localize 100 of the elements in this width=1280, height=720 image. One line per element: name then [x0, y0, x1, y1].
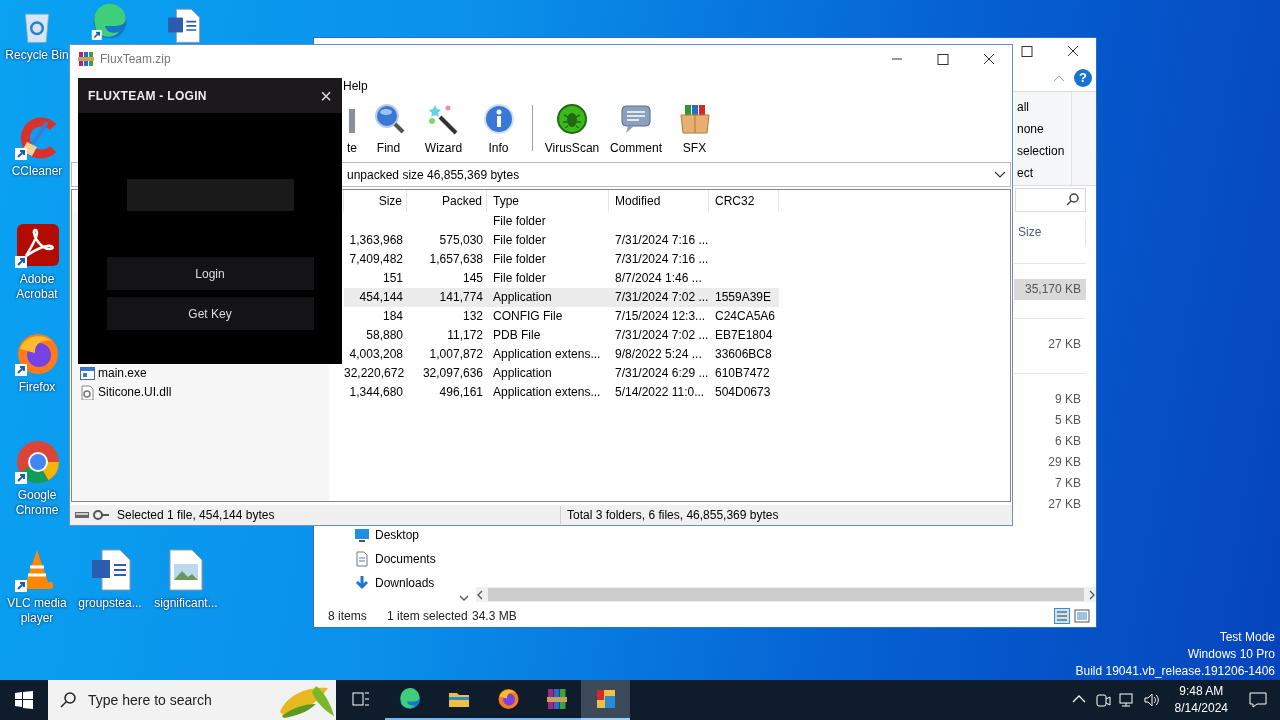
- table-cell-text: EB7E1804: [714, 327, 774, 344]
- file-row[interactable]: 4,003,208 1,007,872 Application extens... 9/8/2022 5:24 ... 33606BC8: [344, 345, 779, 364]
- chrome-icon[interactable]: [13, 438, 61, 484]
- file-row[interactable]: 58,880 11,172 PDB File 7/31/2024 7:02 ... EB7E1804: [344, 326, 779, 345]
- nav-item[interactable]: Documents: [354, 549, 456, 569]
- table-cell-text: 32,097,636: [421, 365, 484, 382]
- table-cell-text: 5/14/2022 11:0...: [614, 384, 706, 401]
- file-name: main.exe: [98, 365, 147, 382]
- status-text: Selected 1 file, 454,144 bytes: [117, 507, 275, 524]
- table-cell-text: 8/7/2024 1:46 ...: [614, 270, 703, 287]
- toolbar-button[interactable]: Comment: [605, 103, 667, 157]
- column-header[interactable]: Size: [344, 190, 407, 212]
- column-header[interactable]: Type: [487, 190, 609, 212]
- column-header[interactable]: CRC32: [709, 190, 779, 212]
- speech-bubble-icon: [620, 103, 652, 135]
- toolbar-button[interactable]: SFX: [667, 103, 722, 157]
- size-cell[interactable]: 27 KB: [1014, 334, 1086, 355]
- table-cell-text: 7/31/2024 7:16 ...: [614, 251, 709, 268]
- get-key-button[interactable]: Get Key: [106, 297, 314, 330]
- table-cell-text: File folder: [492, 213, 547, 230]
- size-cell[interactable]: 7 KB: [1014, 473, 1086, 494]
- pdf-app-icon[interactable]: [13, 222, 61, 268]
- toolbar-button[interactable]: Find: [361, 103, 416, 157]
- table-cell-text: 4,003,208: [348, 346, 404, 363]
- table-cell-text: 454,144: [358, 289, 404, 306]
- search-field[interactable]: Type here to search: [86, 688, 266, 712]
- windows-logo-icon[interactable]: [15, 691, 33, 709]
- table-cell-text: 7/15/2024 12:3...: [614, 308, 707, 325]
- menu-item[interactable]: Help: [343, 76, 368, 95]
- toolbar-button[interactable]: VirusScan: [539, 103, 605, 157]
- column-header[interactable]: Modified: [609, 190, 709, 212]
- toolbar-button[interactable]: Info: [471, 103, 526, 157]
- table-cell-text: 1559A39E: [714, 289, 773, 306]
- document-icon: [354, 551, 370, 567]
- window-file-icon: [80, 366, 95, 381]
- thumbnail-view-icon[interactable]: [1074, 608, 1090, 624]
- size-cell[interactable]: 5 KB: [1014, 410, 1086, 431]
- package-box-icon: [678, 103, 711, 135]
- network-icon[interactable]: [1118, 692, 1135, 708]
- table-cell-text: Application: [492, 289, 553, 306]
- taskbar-button[interactable]: [581, 680, 630, 720]
- search-field[interactable]: [1015, 187, 1086, 212]
- size-cell[interactable]: 29 KB: [1014, 452, 1086, 473]
- table-cell-text: File folder: [492, 270, 547, 287]
- details-view-icon[interactable]: [1054, 608, 1070, 624]
- file-row[interactable]: 1,344,680 496,161 Application extens... 5/14/2022 11:0... 504D0673: [344, 383, 779, 402]
- search-icon: [1066, 193, 1079, 206]
- file-row[interactable]: 151 145 File folder 8/7/2024 1:46 ...: [344, 269, 779, 288]
- file-row[interactable]: 184 132 CONFIG File 7/15/2024 12:3... C24CA5A6: [344, 307, 779, 326]
- task-view-icon[interactable]: [351, 690, 370, 708]
- maximize-icon[interactable]: [1020, 44, 1034, 58]
- table-cell-text: 145: [461, 270, 484, 287]
- table-cell-text: 7/31/2024 6:29 ...: [614, 365, 709, 382]
- archive-books-icon: [78, 51, 94, 67]
- camera-icon[interactable]: [1094, 692, 1111, 708]
- magic-wand-icon: [427, 103, 460, 135]
- magnifier-icon: [372, 103, 405, 135]
- toolbar-button[interactable]: te: [343, 103, 361, 157]
- size-cell[interactable]: 6 KB: [1014, 431, 1086, 452]
- size-cell[interactable]: 35,170 KB: [1014, 279, 1086, 300]
- table-cell-text: 184: [381, 308, 404, 325]
- ribbon-command[interactable]: none: [1017, 118, 1071, 140]
- size-cell[interactable]: 9 KB: [1014, 389, 1086, 410]
- close-icon[interactable]: [982, 52, 996, 66]
- login-button[interactable]: Login: [106, 257, 314, 290]
- file-row[interactable]: 454,144 141,774 Application 7/31/2024 7:02 ... 1559A39E: [344, 288, 779, 307]
- table-cell-text: 11,172: [446, 327, 484, 344]
- ribbon-command[interactable]: selection: [1017, 140, 1071, 162]
- table-cell-text: CONFIG File: [492, 308, 564, 325]
- file-row[interactable]: 1,363,968 575,030 File folder 7/31/2024 7:16 ...: [344, 231, 779, 250]
- table-cell-text: 1,344,680: [348, 384, 404, 401]
- table-cell-text: 610B7472: [714, 365, 771, 382]
- scroll-down-icon[interactable]: [458, 594, 469, 602]
- column-header[interactable]: Packed: [407, 190, 487, 212]
- column-header[interactable]: Size: [1014, 219, 1086, 246]
- table-cell-text: 504D0673: [714, 384, 772, 401]
- close-button[interactable]: ×: [320, 85, 332, 106]
- status-text: 34.3 MB: [472, 608, 517, 625]
- nav-item[interactable]: Downloads: [354, 573, 456, 593]
- notification-icon[interactable]: [1249, 691, 1267, 709]
- table-cell-text: Application extens...: [492, 346, 602, 363]
- status-text: Total 3 folders, 6 files, 46,855,369 bytes: [560, 506, 1012, 524]
- speaker-icon[interactable]: [1142, 692, 1159, 708]
- search-box[interactable]: Type here to search: [48, 680, 336, 720]
- nav-item[interactable]: Desktop: [354, 525, 456, 545]
- ribbon-command[interactable]: all: [1017, 96, 1071, 118]
- maximize-icon[interactable]: [936, 52, 950, 66]
- status-text: 1 item selected: [387, 608, 469, 625]
- table-cell-text: 9/8/2022 5:24 ...: [614, 346, 703, 363]
- ribbon-command[interactable]: ect: [1017, 162, 1071, 184]
- size-cell[interactable]: 27 KB: [1014, 494, 1086, 515]
- file-row[interactable]: 7,409,482 1,657,638 File folder 7/31/2024 7:16 ...: [344, 250, 779, 269]
- help-button[interactable]: ?: [1074, 68, 1092, 87]
- clock[interactable]: 9:48 AM 8/14/2024: [1162, 683, 1236, 717]
- toolbar-button[interactable]: Wizard: [416, 103, 471, 157]
- key-field[interactable]: [126, 179, 294, 211]
- file-row[interactable]: File folder: [344, 212, 779, 231]
- file-row[interactable]: 32,220,672 32,097,636 Application 7/31/2024 6:29 ... 610B7472: [344, 364, 779, 383]
- close-icon[interactable]: [1066, 44, 1080, 58]
- scrollbar-thumb[interactable]: [488, 588, 1084, 601]
